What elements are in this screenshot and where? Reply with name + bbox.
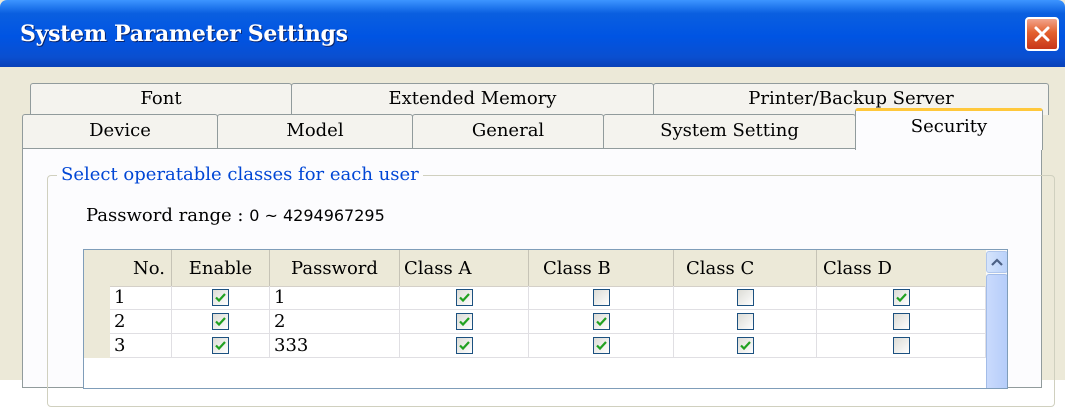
class-b-cell	[529, 286, 674, 310]
class-a-checkbox[interactable]	[456, 289, 473, 306]
title-bar[interactable]: System Parameter Settings	[0, 0, 1065, 67]
column-header-enable[interactable]: Enable	[172, 250, 270, 286]
password-range-label: Password range :	[86, 205, 250, 226]
class-c-cell	[674, 286, 817, 310]
check-icon	[740, 341, 751, 351]
system-parameter-settings-dialog: System Parameter Settings Font Extended …	[0, 0, 1065, 407]
enable-cell	[172, 310, 270, 334]
table-header: No. Enable Password Class A Class B Clas…	[84, 250, 1007, 287]
class-c-checkbox[interactable]	[737, 337, 754, 354]
class-c-cell	[674, 310, 817, 334]
class-c-checkbox[interactable]	[737, 313, 754, 330]
column-header-class-d[interactable]: Class D	[817, 250, 986, 286]
row-header-corner	[84, 250, 110, 286]
class-a-cell	[400, 310, 529, 334]
class-a-cell	[400, 286, 529, 310]
check-icon	[896, 293, 907, 303]
class-b-checkbox[interactable]	[593, 289, 610, 306]
row-selector[interactable]	[84, 334, 110, 358]
enable-cell	[172, 286, 270, 310]
class-b-cell	[529, 334, 674, 358]
check-icon	[596, 317, 607, 327]
class-d-checkbox[interactable]	[893, 313, 910, 330]
class-d-cell	[817, 310, 986, 334]
row-selector[interactable]	[84, 286, 110, 310]
check-icon	[596, 341, 607, 351]
class-a-checkbox[interactable]	[456, 313, 473, 330]
class-a-checkbox[interactable]	[456, 337, 473, 354]
password-range-text: Password range : 0 ~ 4294967295	[86, 205, 385, 226]
class-c-checkbox[interactable]	[737, 289, 754, 306]
enable-checkbox[interactable]	[212, 337, 229, 354]
check-icon	[459, 341, 470, 351]
tab-extended-memory[interactable]: Extended Memory	[291, 83, 654, 115]
column-header-password[interactable]: Password	[270, 250, 400, 286]
user-no-cell: 2	[110, 310, 172, 334]
window-title: System Parameter Settings	[20, 21, 348, 47]
check-icon	[459, 293, 470, 303]
vertical-scrollbar[interactable]	[986, 250, 1007, 388]
class-b-checkbox[interactable]	[593, 313, 610, 330]
check-icon	[215, 293, 226, 303]
column-header-class-c[interactable]: Class C	[674, 250, 817, 286]
scroll-up-arrow-icon	[991, 258, 1003, 266]
tab-device[interactable]: Device	[22, 114, 218, 148]
scroll-up-button[interactable]	[986, 251, 1007, 273]
tab-security[interactable]: Security	[855, 108, 1043, 150]
user-classes-group-label: Select operatable classes for each user	[57, 164, 423, 185]
column-header-class-a[interactable]: Class A	[400, 250, 529, 286]
class-d-cell	[817, 286, 986, 310]
check-icon	[215, 341, 226, 351]
tab-system-setting[interactable]: System Setting	[603, 114, 856, 148]
class-c-cell	[674, 334, 817, 358]
row-selector[interactable]	[84, 310, 110, 334]
password-cell[interactable]: 1	[270, 286, 400, 310]
password-range-value: 0 ~ 4294967295	[249, 206, 385, 225]
column-header-class-b[interactable]: Class B	[529, 250, 674, 286]
user-class-table[interactable]: No. Enable Password Class A Class B Clas…	[83, 249, 1008, 389]
class-b-cell	[529, 310, 674, 334]
class-d-checkbox[interactable]	[893, 337, 910, 354]
user-no-cell: 3	[110, 334, 172, 358]
password-cell[interactable]: 2	[270, 310, 400, 334]
class-a-cell	[400, 334, 529, 358]
enable-checkbox[interactable]	[212, 313, 229, 330]
class-d-cell	[817, 334, 986, 358]
enable-checkbox[interactable]	[212, 289, 229, 306]
tab-model[interactable]: Model	[217, 114, 413, 148]
scrollbar-thumb[interactable]	[986, 274, 1007, 388]
close-icon	[1034, 26, 1050, 42]
password-cell[interactable]: 333	[270, 334, 400, 358]
check-icon	[215, 317, 226, 327]
tab-general[interactable]: General	[412, 114, 604, 148]
user-no-cell: 1	[110, 286, 172, 310]
close-button[interactable]	[1025, 17, 1059, 51]
column-header-no[interactable]: No.	[110, 250, 172, 286]
check-icon	[459, 317, 470, 327]
class-b-checkbox[interactable]	[593, 337, 610, 354]
tab-font[interactable]: Font	[30, 83, 292, 115]
class-d-checkbox[interactable]	[893, 289, 910, 306]
enable-cell	[172, 334, 270, 358]
